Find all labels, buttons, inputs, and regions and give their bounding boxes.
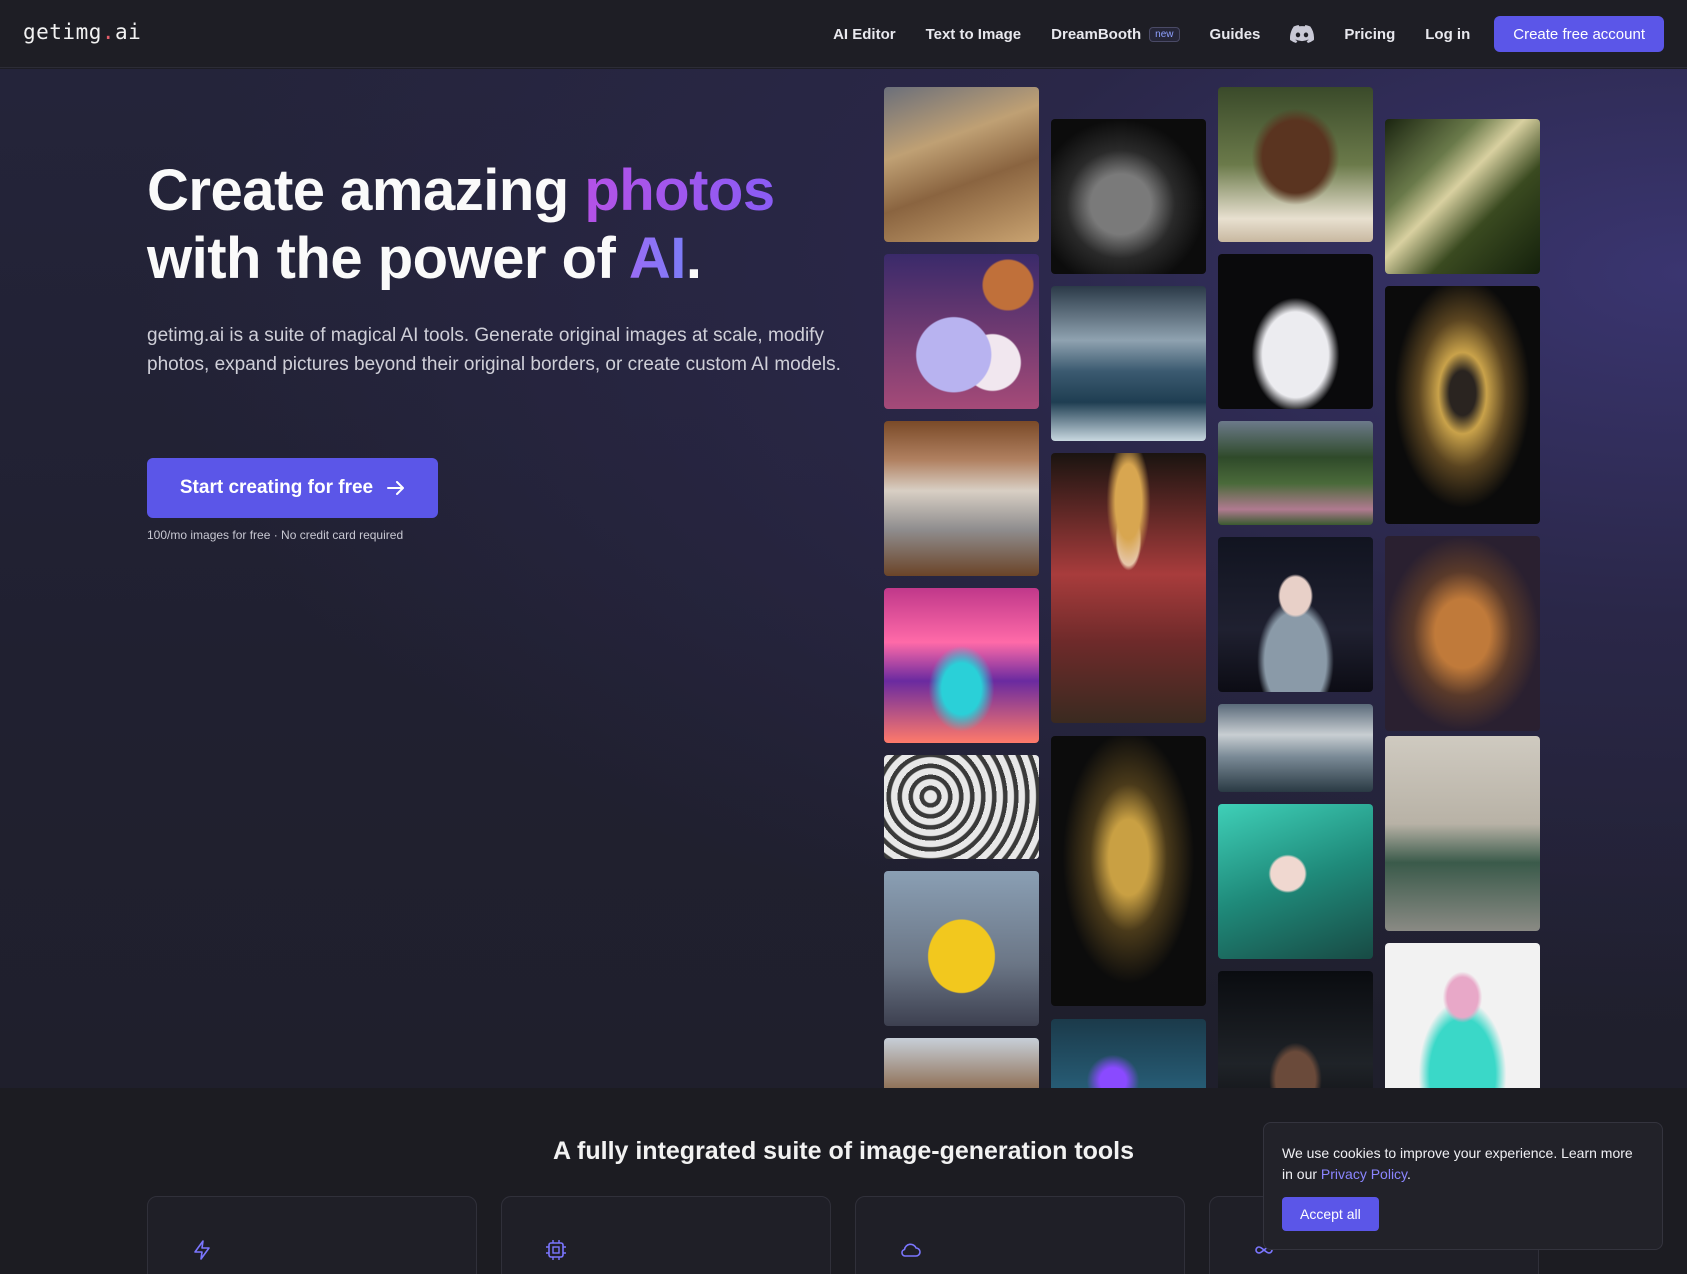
start-creating-button[interactable]: Start creating for free	[147, 458, 438, 518]
hero-description: getimg.ai is a suite of magical AI tools…	[147, 325, 841, 375]
gallery-image-neon-car	[884, 588, 1039, 743]
gallery-image-bunny-and-cat	[884, 254, 1039, 409]
nav-links: AI Editor Text to Image DreamBooth new G…	[833, 16, 1664, 52]
gallery-image-stormy-sea	[1051, 286, 1206, 441]
privacy-policy-link[interactable]: Privacy Policy	[1321, 1166, 1407, 1182]
cookie-text: We use cookies to improve your experienc…	[1282, 1143, 1642, 1185]
gallery-image-white-pattern	[884, 755, 1039, 859]
accept-all-button[interactable]: Accept all	[1282, 1197, 1379, 1231]
gallery-image-pyramid	[884, 87, 1039, 242]
hero-title-highlight-ai: AI	[628, 226, 687, 291]
gallery-image-sunlit-forest	[1385, 119, 1540, 274]
new-badge: new	[1149, 26, 1180, 42]
nav-ai-editor[interactable]: AI Editor	[833, 26, 896, 43]
gallery-image-white-sneaker	[1218, 254, 1373, 409]
gallery-image-cyber-face	[1051, 1019, 1206, 1088]
logo-main: getimg	[23, 20, 102, 44]
gallery-image-robot-face	[1218, 971, 1373, 1088]
hero-title-part2: with the power of	[147, 226, 629, 291]
cloud-icon	[901, 1243, 921, 1257]
gallery-image-clouds	[1218, 704, 1373, 792]
logo[interactable]: getimg.ai	[23, 20, 141, 44]
hero-title-highlight-photos: photos	[584, 158, 775, 223]
gallery-image-armored-warrior	[1385, 536, 1540, 731]
gallery-image-pink-hair-girl	[1385, 943, 1540, 1088]
discord-icon[interactable]	[1290, 25, 1315, 43]
nav-pricing[interactable]: Pricing	[1344, 26, 1395, 43]
image-gallery	[884, 69, 1544, 1088]
feature-card[interactable]	[855, 1196, 1185, 1274]
gallery-image-classic-cars-hall	[1385, 736, 1540, 931]
gallery-image-pikachu	[884, 871, 1039, 1026]
gallery-image-man-portrait-bw	[1051, 119, 1206, 274]
gallery-image-bedroom	[884, 421, 1039, 576]
bolt-icon	[194, 1240, 210, 1260]
gallery-image-smiling-man	[1218, 87, 1373, 242]
top-navigation: getimg.ai AI Editor Text to Image DreamB…	[0, 0, 1687, 68]
logo-suffix: ai	[115, 20, 142, 44]
hero-title-part1: Create amazing	[147, 158, 585, 223]
gallery-image-anime-girl-armor	[1218, 537, 1373, 692]
nav-dreambooth[interactable]: DreamBooth new	[1051, 25, 1180, 43]
hero-note: 100/mo images for free · No credit card …	[147, 528, 404, 542]
gallery-image-golden-plant	[1051, 736, 1206, 1006]
gallery-image-mountain-car	[884, 1038, 1039, 1088]
feature-card[interactable]	[501, 1196, 831, 1274]
cookie-end: .	[1407, 1166, 1411, 1182]
nav-login[interactable]: Log in	[1425, 26, 1470, 43]
hero-section: Create amazing photos with the power of …	[0, 69, 1687, 1088]
gallery-image-golden-mask	[1385, 286, 1540, 524]
nav-guides[interactable]: Guides	[1210, 26, 1261, 43]
hero-title-end: .	[685, 226, 702, 291]
nav-text-to-image[interactable]: Text to Image	[926, 26, 1022, 43]
feature-card[interactable]	[147, 1196, 477, 1274]
cookie-banner: We use cookies to improve your experienc…	[1263, 1122, 1663, 1250]
gallery-image-green-hair-anime	[1218, 804, 1373, 959]
arrow-right-icon	[387, 481, 405, 495]
chip-icon	[546, 1240, 566, 1260]
create-account-button[interactable]: Create free account	[1494, 16, 1664, 52]
start-creating-label: Start creating for free	[179, 477, 374, 498]
gallery-image-geisha	[1051, 453, 1206, 723]
nav-dreambooth-label: DreamBooth	[1051, 25, 1142, 43]
logo-dot: .	[101, 20, 116, 44]
hero-title: Create amazing photos with the power of …	[147, 157, 775, 293]
gallery-image-garden	[1218, 421, 1373, 525]
